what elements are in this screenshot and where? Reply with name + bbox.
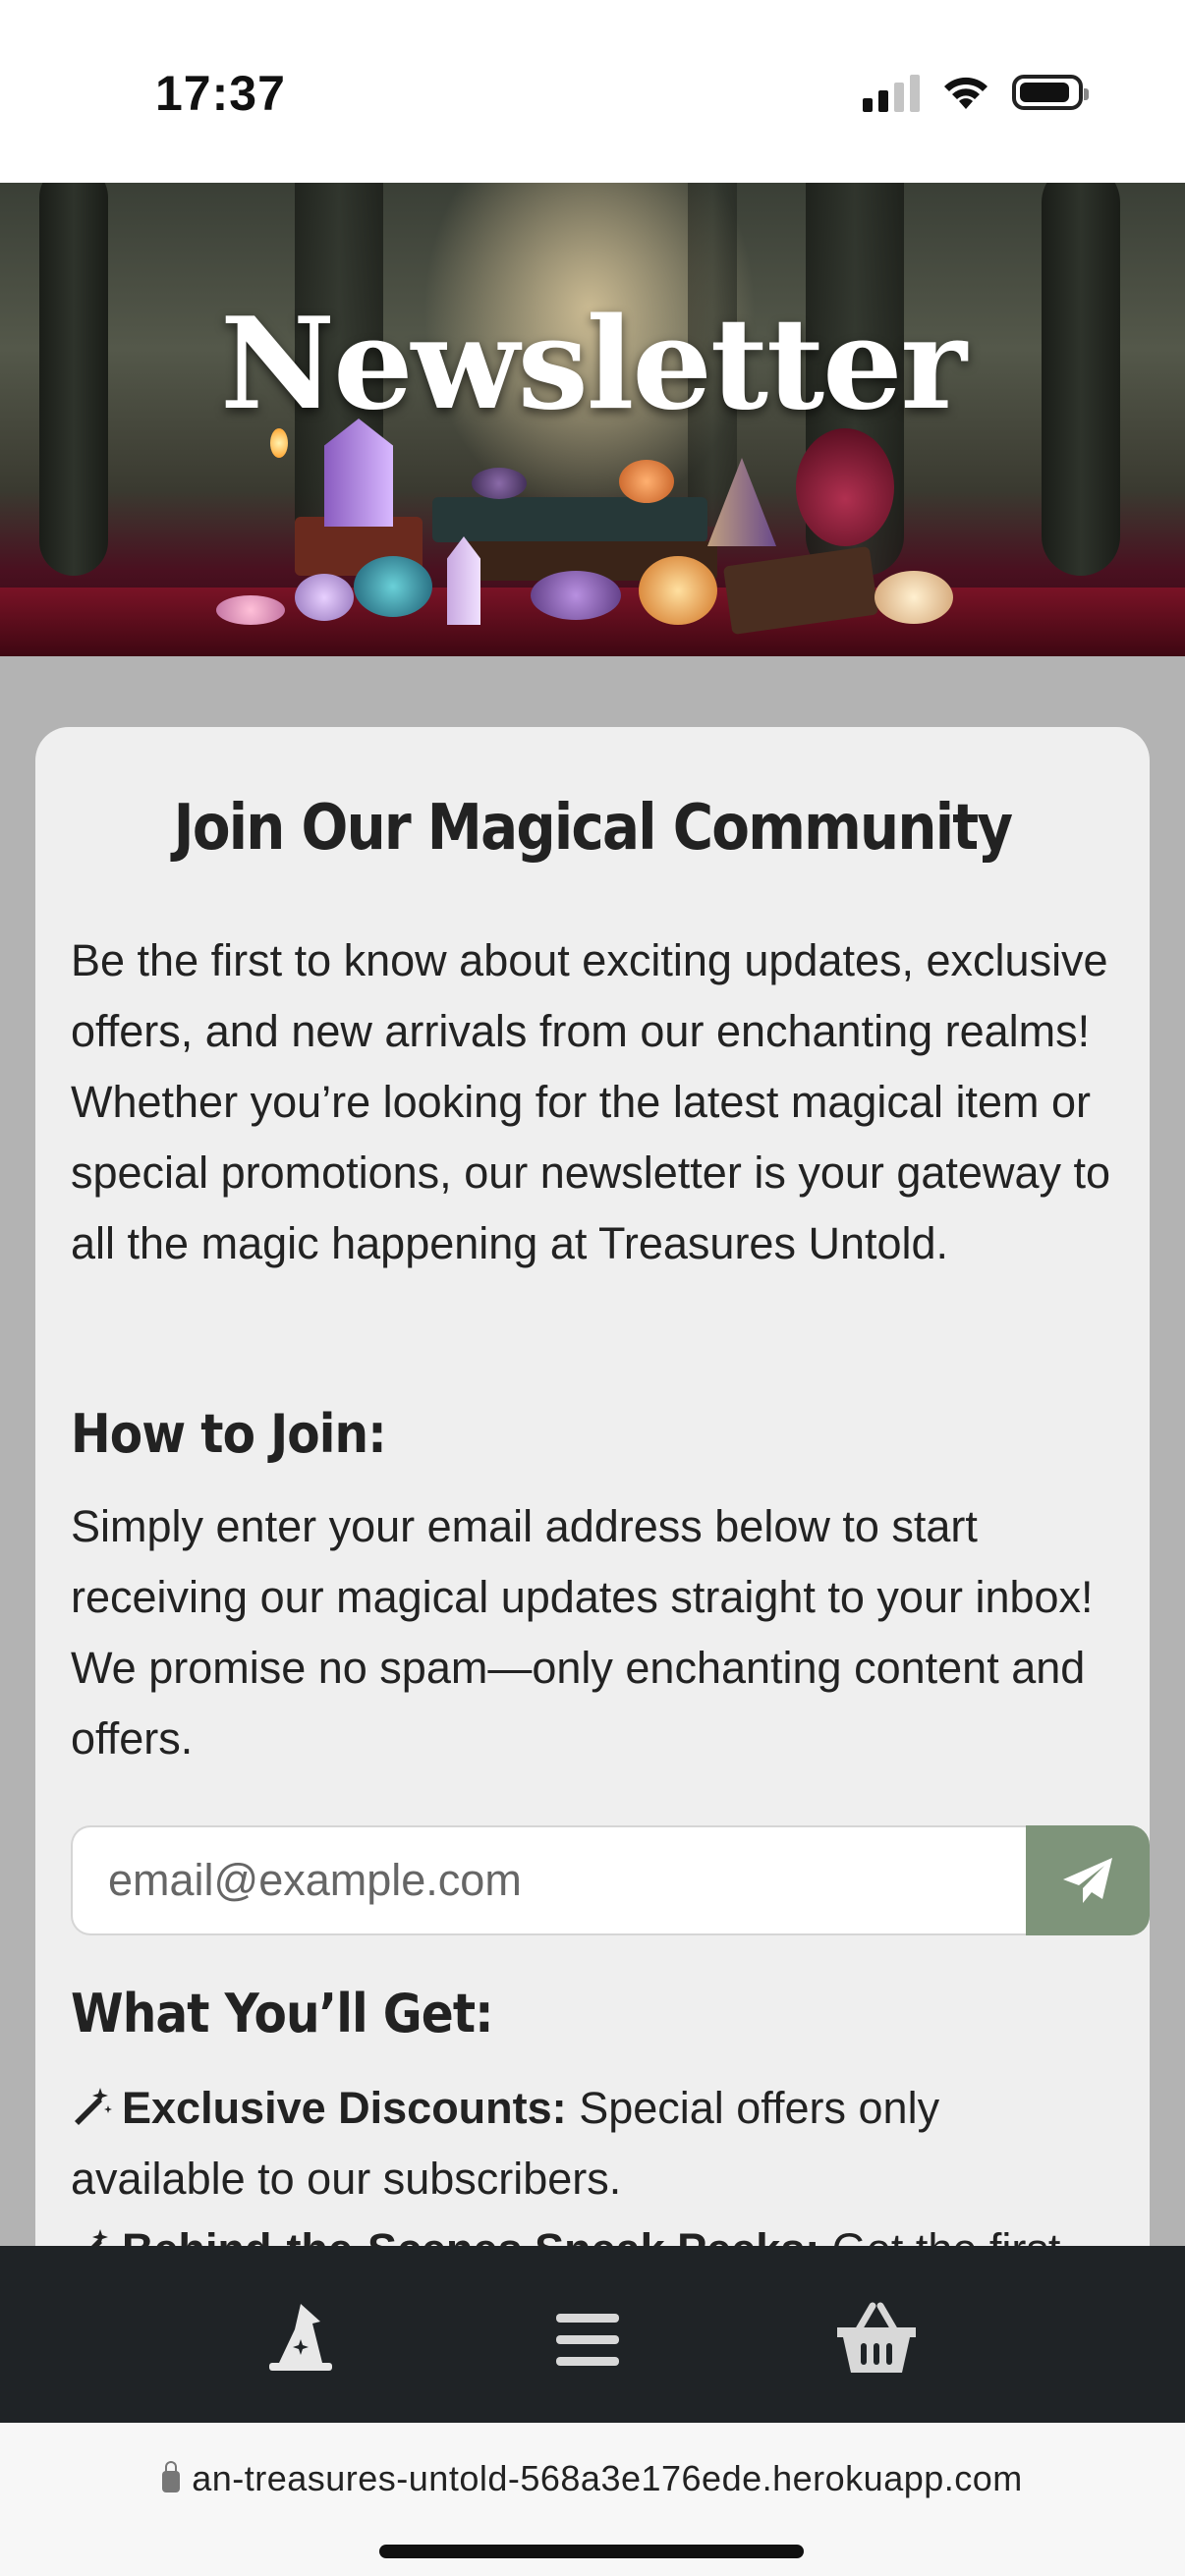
url-field[interactable]: an-treasures-untold-568a3e176ede.herokua… bbox=[0, 2458, 1185, 2499]
menu-icon bbox=[556, 2314, 619, 2366]
hero-banner: Newsletter bbox=[0, 183, 1185, 656]
benefit-title: Exclusive Discounts: bbox=[122, 2083, 567, 2133]
intro-text: Be the first to know about exciting upda… bbox=[71, 935, 1111, 1268]
basket-icon bbox=[837, 2302, 916, 2373]
what-you-get-heading: What You’ll Get: bbox=[71, 1983, 494, 2044]
status-time: 17:37 bbox=[155, 66, 286, 121]
magic-wand-icon bbox=[75, 2088, 112, 2125]
battery-icon bbox=[1012, 75, 1089, 110]
wizard-hat-icon bbox=[269, 2304, 332, 2371]
cellular-signal-icon bbox=[863, 73, 920, 112]
bottom-nav bbox=[0, 2246, 1185, 2423]
card-title: Join Our Magical Community bbox=[173, 792, 1014, 865]
how-to-join-text: Simply enter your email address below to… bbox=[71, 1501, 1094, 1764]
status-icons bbox=[863, 73, 1089, 112]
nav-home-button[interactable] bbox=[252, 2295, 350, 2383]
url-text: an-treasures-untold-568a3e176ede.herokua… bbox=[192, 2458, 1023, 2498]
how-to-join-heading: How to Join: bbox=[71, 1403, 387, 1465]
status-bar: 17:37 bbox=[0, 0, 1185, 183]
nav-menu-button[interactable] bbox=[538, 2295, 637, 2383]
newsletter-form bbox=[71, 1825, 1150, 1935]
home-indicator[interactable] bbox=[379, 2545, 804, 2558]
newsletter-card: Join Our Magical Community Be the first … bbox=[35, 727, 1150, 2299]
subscribe-button[interactable] bbox=[1026, 1825, 1150, 1935]
benefit-item: Exclusive Discounts: Special offers only… bbox=[71, 2073, 1122, 2214]
lock-icon bbox=[162, 2461, 181, 2492]
email-input[interactable] bbox=[71, 1825, 1028, 1935]
paper-plane-icon bbox=[1063, 1858, 1112, 1903]
nav-basket-button[interactable] bbox=[827, 2295, 926, 2383]
hero-title: Newsletter bbox=[220, 291, 967, 438]
wifi-icon bbox=[944, 77, 988, 109]
